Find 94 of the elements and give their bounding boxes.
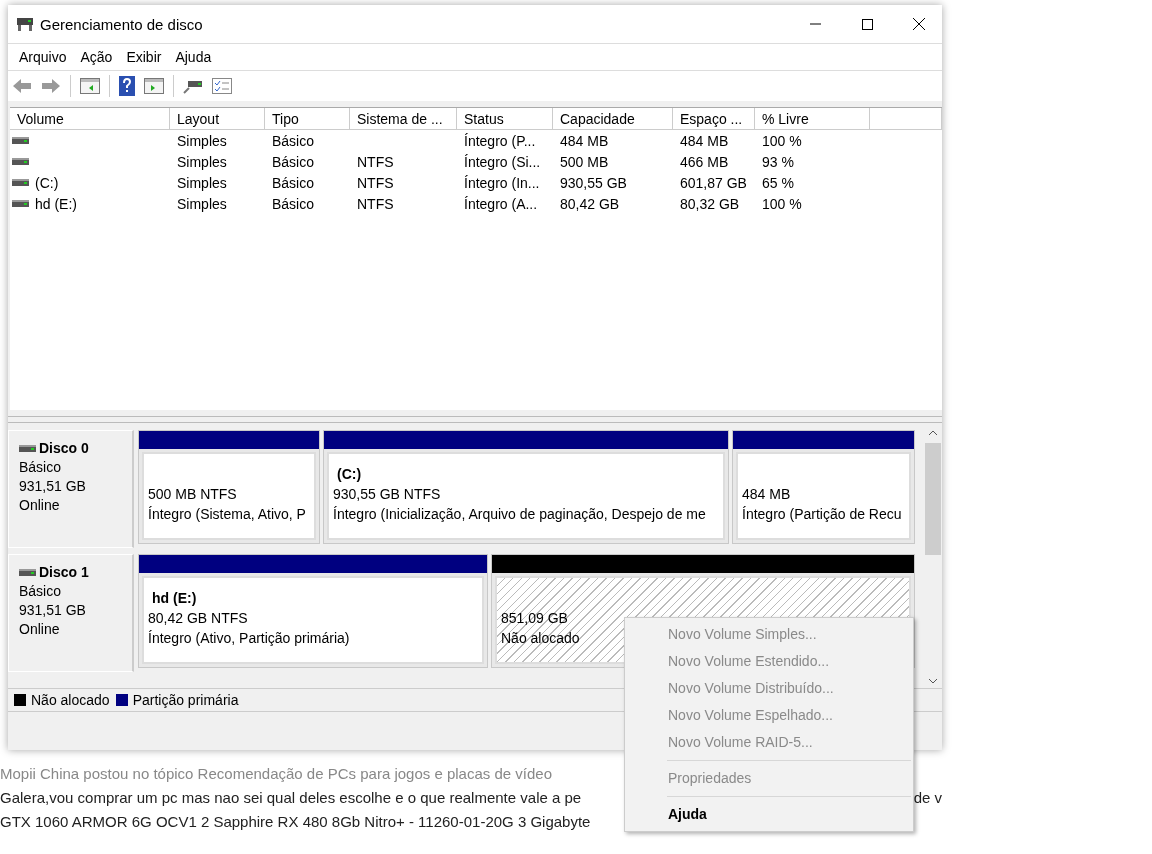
table-cell: Simples [177,153,227,170]
partition-size: 484 MB [742,485,791,504]
disk-name: Disco 0 [39,439,89,458]
table-cell: NTFS [357,195,394,212]
scroll-thumb[interactable] [925,443,941,555]
disk-size: 931,51 GB [19,601,87,620]
partition-status: Íntegro (Inicialização, Arquivo de paginação, Despejo de me [333,505,706,524]
column-header[interactable]: Status [457,108,553,130]
table-cell: 65 % [762,174,794,191]
legend-label: Não alocado [31,692,110,708]
panel-icon[interactable] [144,78,164,94]
post-text: GTX 1060 ARMOR 6G OCV1 2 Sapphire RX 480 8Gb Nitro+ - 11260-01-20G 3 Gigabyte [0,813,591,830]
table-cell: Íntegro (In... [464,174,540,191]
column-header[interactable]: Espaço ... [673,108,755,130]
volume-icon [12,200,29,207]
context-menu-item[interactable]: Ajuda [625,801,913,828]
close-icon[interactable] [913,18,925,30]
table-cell: Básico [272,132,315,149]
back-arrow-icon[interactable] [12,78,32,94]
column-header[interactable]: Tipo [265,108,350,130]
column-header[interactable]: Layout [170,108,265,130]
partition-size: 500 MB NTFS [148,485,237,504]
table-cell: 500 MB [560,153,609,170]
table-cell: 601,87 GB [680,174,747,191]
table-cell: Simples [177,132,227,149]
table-cell: 93 % [762,153,794,170]
table-cell: 484 MB [680,132,729,149]
panel-icon[interactable] [80,78,100,94]
table-cell: Íntegro (Si... [464,153,541,170]
drive-icon [19,569,36,576]
partition-size: 851,09 GB [501,609,568,628]
table-cell: 80,32 GB [680,195,740,212]
partition-size: 930,55 GB NTFS [333,485,441,504]
column-header[interactable]: Sistema de ... [350,108,457,130]
scrollbar[interactable] [924,426,942,688]
table-cell: 484 MB [560,132,609,149]
window-title: Gerenciamento de disco [40,15,204,33]
disk-size: 931,51 GB [19,477,87,496]
forward-arrow-icon[interactable] [41,78,61,94]
help-icon[interactable] [119,76,135,96]
disk-state: Online [19,620,61,639]
table-cell: Simples [177,174,227,191]
minimize-icon[interactable] [809,23,821,25]
column-header[interactable]: % Livre [755,108,870,130]
partition-status: Não alocado [501,629,580,648]
volume-icon [12,179,29,186]
drive-icon [19,445,36,452]
partition-block[interactable]: hd (E:) 80,42 GB NTFS Íntegro (Ativo, Partição primária) [138,554,488,668]
menu-item[interactable]: Exibir [119,49,169,65]
scroll-down-icon[interactable] [928,678,938,684]
table-cell: NTFS [357,153,394,170]
table-cell: Básico [272,174,315,191]
partition-block[interactable]: 484 MB Íntegro (Partição de Recu [732,430,915,544]
table-cell: Íntegro (A... [464,195,538,212]
table-cell: NTFS [357,174,394,191]
partition-status: Íntegro (Sistema, Ativo, P [148,505,306,524]
legend-label: Partição primária [132,692,239,708]
column-header[interactable]: Volume [10,108,170,130]
menu-item[interactable]: Arquivo [12,49,74,65]
table-cell: (C:) [35,174,59,191]
maximize-icon[interactable] [861,18,873,30]
disk-management-icon [16,16,34,32]
partition-status: Íntegro (Partição de Recu [742,505,902,524]
drive-search-icon[interactable] [183,78,203,94]
table-cell: Básico [272,195,315,212]
table-cell: Básico [272,153,315,170]
post-text: de v [913,789,942,806]
menu-item[interactable]: Ajuda [168,49,219,65]
partition-name: hd (E:) [152,590,197,606]
post-byline: Mopii China postou no tópico Recomendação de PCs para jogos e placas de vídeo [0,765,552,782]
volume-icon [12,158,29,165]
partition-name: (C:) [337,466,362,482]
table-cell: 100 % [762,132,802,149]
disk-state: Online [19,496,61,515]
partition-size: 80,42 GB NTFS [148,609,248,628]
table-cell: Simples [177,195,227,212]
menu-item[interactable]: Ação [73,49,120,65]
disk-type: Básico [19,582,63,601]
checklist-icon[interactable] [212,78,232,94]
partition-status: Íntegro (Ativo, Partição primária) [148,629,350,648]
volume-icon [12,137,29,144]
scroll-up-icon[interactable] [928,430,938,436]
table-cell: 930,55 GB [560,174,627,191]
partition-block[interactable]: (C:) 930,55 GB NTFS Íntegro (Inicialização, Arquivo de paginação, Despejo de me [323,430,729,544]
partition-block[interactable]: 500 MB NTFS Íntegro (Sistema, Ativo, P [138,430,320,544]
table-cell: 466 MB [680,153,729,170]
column-header[interactable]: Capacidade [553,108,673,130]
table-cell: 100 % [762,195,802,212]
table-cell: hd (E:) [35,195,77,212]
post-text: Galera,vou comprar um pc mas nao sei qual deles escolhe e o que realmente vale a pe [0,789,582,806]
table-cell: Íntegro (P... [464,132,536,149]
disk-type: Básico [19,458,63,477]
disk-name: Disco 1 [39,563,89,582]
table-cell: 80,42 GB [560,195,620,212]
